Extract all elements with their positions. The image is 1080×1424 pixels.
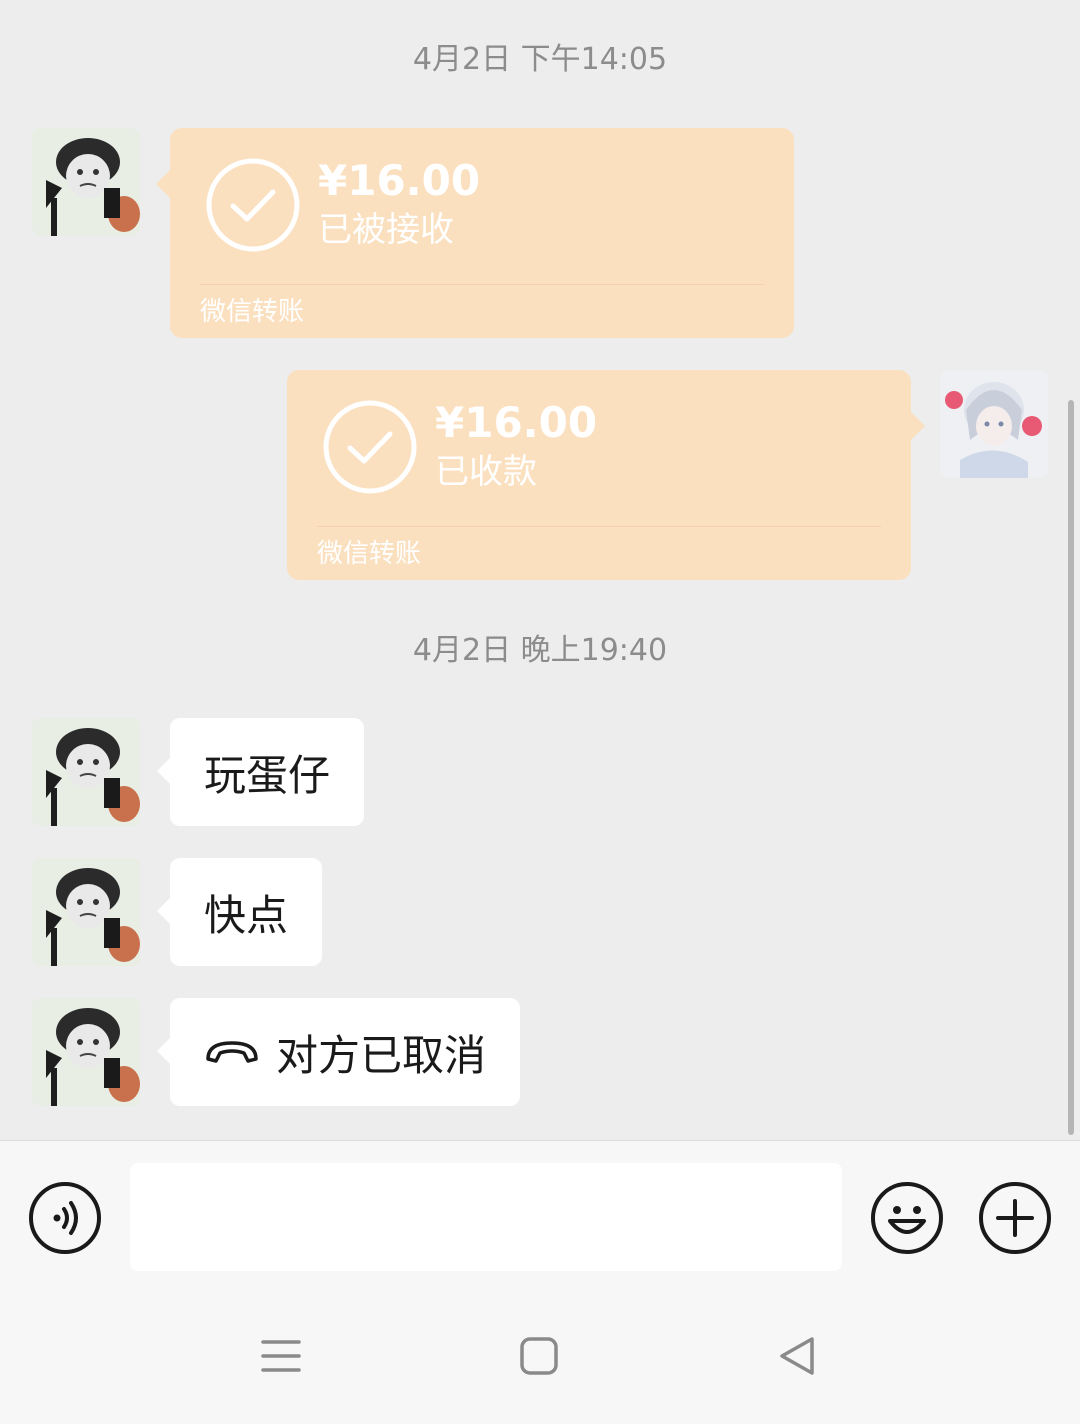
panda-meme-avatar-image <box>32 998 140 1106</box>
back-icon[interactable] <box>776 1334 820 1378</box>
chat-area[interactable]: 4月2日 下午14:05 ¥16.00 已被接收 微信转账 ¥16.00 已收款… <box>0 0 1080 1140</box>
divider <box>200 284 764 285</box>
avatar-contact[interactable] <box>32 128 140 236</box>
avatar-contact[interactable] <box>32 858 140 966</box>
plus-icon[interactable] <box>978 1181 1052 1255</box>
check-circle-icon <box>206 158 300 252</box>
bubble-tail <box>156 170 170 198</box>
emoji-icon[interactable] <box>870 1181 944 1255</box>
message-input[interactable] <box>130 1163 842 1271</box>
panda-meme-avatar-image <box>32 718 140 826</box>
message-text: 快点 <box>204 890 289 940</box>
transfer-amount: ¥16.00 <box>435 398 598 447</box>
input-bar <box>0 1140 1080 1296</box>
panda-meme-avatar-image <box>32 128 140 236</box>
hangup-icon <box>206 1041 258 1063</box>
message-bubble[interactable]: 玩蛋仔 <box>157 718 365 826</box>
message-text: 对方已取消 <box>276 1030 487 1080</box>
avatar-contact[interactable] <box>32 998 140 1106</box>
system-nav-bar <box>0 1296 1080 1424</box>
check-circle-icon <box>323 400 417 494</box>
timestamp: 4月2日 下午14:05 <box>412 42 668 77</box>
call-cancelled-bubble[interactable]: 对方已取消 <box>157 998 521 1106</box>
panda-meme-avatar-image <box>32 858 140 966</box>
voice-icon[interactable] <box>28 1181 102 1255</box>
bubble-tail <box>157 758 170 784</box>
transfer-status: 已被接收 <box>318 210 454 250</box>
timestamp: 4月2日 晚上19:40 <box>412 633 668 668</box>
anime-avatar-image <box>940 370 1048 478</box>
bubble-tail <box>157 898 170 924</box>
avatar-self[interactable] <box>940 370 1048 478</box>
transfer-footer: 微信转账 <box>200 297 305 327</box>
transfer-card-received[interactable]: ¥16.00 已被接收 微信转账 <box>156 128 794 338</box>
message-text: 玩蛋仔 <box>204 750 331 800</box>
message-bubble[interactable]: 快点 <box>157 858 323 966</box>
menu-icon[interactable] <box>259 1334 303 1378</box>
bubble-tail <box>911 412 925 440</box>
avatar-contact[interactable] <box>32 718 140 826</box>
divider <box>317 526 881 527</box>
home-icon[interactable] <box>517 1334 561 1378</box>
bubble-tail <box>157 1038 170 1064</box>
transfer-card-sent[interactable]: ¥16.00 已收款 微信转账 <box>287 370 925 580</box>
transfer-status: 已收款 <box>435 452 537 492</box>
scrollbar[interactable] <box>1068 400 1074 1135</box>
transfer-amount: ¥16.00 <box>318 156 481 205</box>
transfer-footer: 微信转账 <box>317 539 422 569</box>
